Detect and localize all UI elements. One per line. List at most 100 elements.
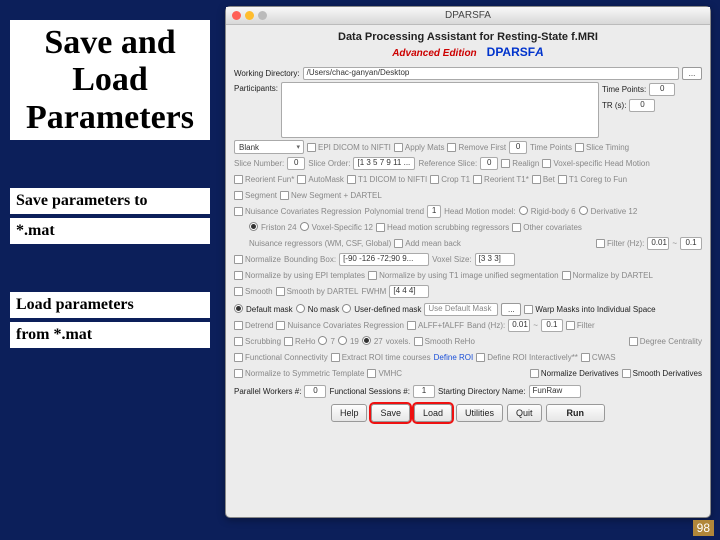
vmhc-checkbox[interactable]: VMHC — [367, 369, 402, 378]
scrubbing-checkbox[interactable]: Scrubbing — [234, 337, 281, 346]
filter-lo-input[interactable]: 0.01 — [647, 237, 669, 250]
titlebar[interactable]: DPARSFA — [226, 7, 710, 25]
voxsize-input[interactable]: [3 3 3] — [475, 253, 515, 266]
quit-button[interactable]: Quit — [507, 404, 542, 422]
hm-rigid-radio[interactable] — [519, 206, 528, 217]
poly-label: Polynomial trend — [365, 207, 425, 216]
startdir-input[interactable]: FunRaw — [529, 385, 581, 398]
voxhm-checkbox[interactable]: Voxel-specific Head Motion — [542, 159, 650, 168]
mask-browse-button[interactable]: ... — [501, 303, 521, 316]
tr-label: TR (s): — [602, 101, 626, 110]
hm-voxspec-radio[interactable] — [300, 222, 309, 233]
slicenum-label: Slice Number: — [234, 159, 284, 168]
t1coreg-checkbox[interactable]: T1 Coreg to Fun — [558, 175, 627, 184]
crop-t1-checkbox[interactable]: Crop T1 — [430, 175, 470, 184]
workdir-browse-button[interactable]: ... — [682, 67, 702, 80]
hm-friston-radio[interactable] — [249, 222, 258, 233]
smooth-dartel-checkbox[interactable]: Smooth by DARTEL — [276, 287, 359, 296]
segment-checkbox[interactable]: Segment — [234, 191, 277, 200]
reorient-fun-checkbox[interactable]: Reorient Fun* — [234, 175, 294, 184]
epi-dicom-checkbox[interactable]: EPI DICOM to NIFTI — [307, 143, 391, 152]
mask-user-radio[interactable] — [342, 304, 351, 315]
warpmask-checkbox[interactable]: Warp Masks into Individual Space — [524, 305, 655, 314]
nuisreg-link[interactable]: Nuisance regressors (WM, CSF, Global) — [249, 239, 391, 248]
norm-t1-checkbox[interactable]: Normalize by using T1 image unified segm… — [368, 271, 559, 280]
nuisance-checkbox[interactable]: Nuisance Covariates Regression — [234, 207, 362, 216]
workdir-input[interactable]: /Users/chac-ganyan/Desktop — [303, 67, 679, 80]
refslice-input[interactable]: 0 — [480, 157, 498, 170]
timepoints-label: Time Points: — [602, 85, 646, 94]
remove-first-checkbox[interactable]: Remove First — [447, 143, 506, 152]
mask-none-radio[interactable] — [296, 304, 305, 315]
filter-checkbox[interactable]: Filter (Hz): — [596, 239, 644, 248]
norm-dartel-checkbox[interactable]: Normalize by DARTEL — [562, 271, 653, 280]
realign-checkbox[interactable]: Realign — [501, 159, 539, 168]
nuisance2-checkbox[interactable]: Nuisance Covariates Regression — [276, 321, 404, 330]
defroi-int-checkbox[interactable]: Define ROI Interactively** — [476, 353, 578, 362]
alff-checkbox[interactable]: ALFF+fALFF — [407, 321, 464, 330]
pworkers-label: Parallel Workers #: — [234, 387, 301, 396]
fsess-input[interactable]: 1 — [413, 385, 435, 398]
participants-listbox[interactable] — [281, 82, 599, 138]
othercov-checkbox[interactable]: Other covariates — [512, 223, 582, 232]
apply-mats-checkbox[interactable]: Apply Mats — [394, 143, 445, 152]
extract-checkbox[interactable]: Extract ROI time courses — [331, 353, 431, 362]
reho7-radio[interactable] — [318, 336, 327, 347]
poly-input[interactable]: 1 — [427, 205, 441, 218]
sreho-checkbox[interactable]: Smooth ReHo — [414, 337, 475, 346]
fsess-label: Functional Sessions #: — [329, 387, 410, 396]
reorient-t1-checkbox[interactable]: Reorient T1* — [473, 175, 529, 184]
tr-input[interactable]: 0 — [629, 99, 655, 112]
addmean-checkbox[interactable]: Add mean back — [394, 239, 461, 248]
normderiv-checkbox[interactable]: Normalize Derivatives — [530, 369, 619, 378]
norm-epi-checkbox[interactable]: Normalize by using EPI templates — [234, 271, 365, 280]
bbox-input[interactable]: [-90 -126 -72;90 9... — [339, 253, 429, 266]
automask-checkbox[interactable]: AutoMask — [297, 175, 344, 184]
filter-hi-input[interactable]: 0.1 — [680, 237, 702, 250]
band-lo-input[interactable]: 0.01 — [508, 319, 530, 332]
t1-dicom-checkbox[interactable]: T1 DICOM to NIFTI — [347, 175, 427, 184]
slicenum-input[interactable]: 0 — [287, 157, 305, 170]
newseg-checkbox[interactable]: New Segment + DARTEL — [280, 191, 382, 200]
reho-checkbox[interactable]: ReHo — [284, 337, 315, 346]
normsym-checkbox[interactable]: Normalize to Symmetric Template — [234, 369, 364, 378]
detrend-checkbox[interactable]: Detrend — [234, 321, 273, 330]
run-button[interactable]: Run — [546, 404, 606, 422]
note-save-1: Save parameters to — [10, 188, 210, 214]
app-title: Data Processing Assistant for Resting-St… — [234, 31, 702, 43]
filter2-checkbox[interactable]: Filter — [566, 321, 595, 330]
fc-checkbox[interactable]: Functional Connectivity — [234, 353, 328, 362]
fwhm-input[interactable]: [4 4 4] — [389, 285, 429, 298]
maximize-icon[interactable] — [258, 11, 267, 20]
help-button[interactable]: Help — [331, 404, 368, 422]
load-button[interactable]: Load — [414, 404, 452, 422]
note-save-2: *.mat — [10, 218, 210, 244]
degcent-checkbox[interactable]: Degree Centrality — [629, 337, 702, 346]
define-roi-link[interactable]: Define ROI — [434, 353, 474, 362]
utilities-button[interactable]: Utilities — [456, 404, 503, 422]
band-hi-input[interactable]: 0.1 — [541, 319, 563, 332]
bet-checkbox[interactable]: Bet — [532, 175, 555, 184]
minimize-icon[interactable] — [245, 11, 254, 20]
note-load-1: Load parameters — [10, 292, 210, 318]
close-icon[interactable] — [232, 11, 241, 20]
reho19-radio[interactable] — [338, 336, 347, 347]
reho27-radio[interactable] — [362, 336, 371, 347]
smoothderiv-checkbox[interactable]: Smooth Derivatives — [622, 369, 702, 378]
mask-path-input[interactable]: Use Default Mask — [424, 303, 498, 316]
template-select[interactable]: Blank — [234, 140, 304, 154]
scrub-checkbox[interactable]: Head motion scrubbing regressors — [376, 223, 509, 232]
edition-label: Advanced Edition — [392, 48, 476, 59]
mask-default-radio[interactable] — [234, 304, 243, 315]
save-button[interactable]: Save — [371, 404, 410, 422]
slice-timing-checkbox[interactable]: Slice Timing — [575, 143, 629, 152]
smooth-checkbox[interactable]: Smooth — [234, 287, 273, 296]
sliceorder-input[interactable]: [1 3 5 7 9 11 ... — [353, 157, 415, 170]
hm-deriv-radio[interactable] — [579, 206, 588, 217]
normalize-checkbox[interactable]: Normalize — [234, 255, 281, 264]
pworkers-input[interactable]: 0 — [304, 385, 326, 398]
timepoints-input[interactable]: 0 — [649, 83, 675, 96]
remove-first-input[interactable]: 0 — [509, 141, 527, 154]
cwas-checkbox[interactable]: CWAS — [581, 353, 616, 362]
bbox-label: Bounding Box: — [284, 255, 336, 264]
